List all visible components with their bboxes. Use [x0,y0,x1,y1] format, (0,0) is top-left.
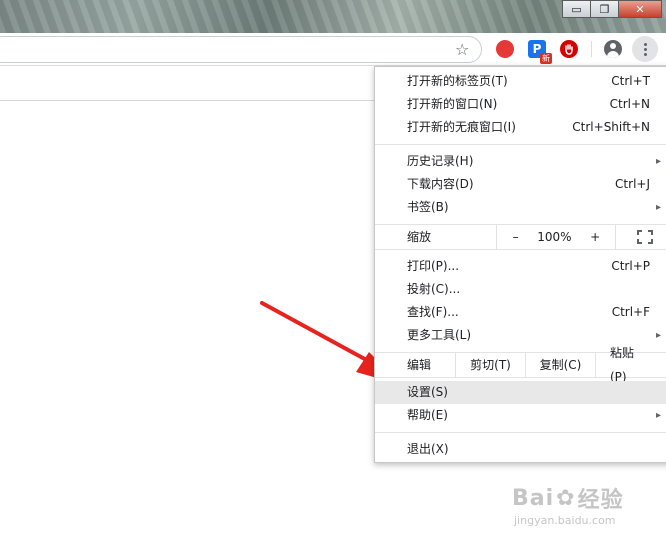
fullscreen-button[interactable] [615,225,666,249]
edit-label: 编辑 [407,358,432,372]
menu-separator [375,249,666,250]
menu-edit-row: 编辑 剪切(T) 复制(C) 粘贴(P) [375,346,666,384]
minimize-button[interactable]: ▭ [562,0,590,18]
menu-item-downloads[interactable]: 下载内容(D) Ctrl+J [375,173,666,196]
menu-item-settings[interactable]: 设置(S) [375,381,666,404]
restore-button[interactable]: ❐ [590,0,618,18]
menu-item-history[interactable]: 历史记录(H) [375,150,666,173]
menu-item-shortcut: Ctrl+T [611,74,650,88]
menu-separator [375,432,666,433]
menu-item-shortcut: Ctrl+P [611,259,650,273]
watermark-brand: Bai [512,485,555,511]
menu-item-label: 设置(S) [407,385,448,399]
chrome-menu-button[interactable] [632,36,658,62]
zoom-in-button[interactable]: + [590,225,600,249]
chrome-main-menu: 打开新的标签页(T) Ctrl+T 打开新的窗口(N) Ctrl+N 打开新的无… [374,66,666,463]
extension-p-icon[interactable]: P 新 [528,40,552,64]
menu-item-label: 打开新的标签页(T) [407,74,508,88]
zoom-controls: – 100% + [496,225,615,249]
menu-item-label: 更多工具(L) [407,328,472,342]
menu-item-label: 打开新的窗口(N) [407,97,498,111]
zoom-level: 100% [537,230,572,244]
menu-dot-icon [643,52,647,56]
bookmark-star-icon[interactable]: ☆ [455,40,469,59]
arrow-shaft [260,301,374,365]
extension-new-badge: 新 [540,53,552,64]
close-button[interactable]: ✕ [618,0,662,18]
menu-item-label: 打开新的无痕窗口(I) [407,120,516,134]
menu-item-new-window[interactable]: 打开新的窗口(N) Ctrl+N [375,93,666,116]
menu-dot-icon [643,47,647,51]
cut-button[interactable]: 剪切(T) [455,353,525,377]
menu-item-bookmarks[interactable]: 书签(B) [375,196,666,219]
menu-item-label: 帮助(E) [407,408,448,422]
profile-avatar-icon[interactable] [604,40,622,58]
zoom-out-button[interactable]: – [513,225,519,249]
fullscreen-icon [636,230,653,244]
extension-hand-icon[interactable] [560,40,578,58]
menu-item-new-tab[interactable]: 打开新的标签页(T) Ctrl+T [375,70,666,93]
window-controls: ▭ ❐ ✕ [562,0,662,18]
watermark-url: jingyan.baidu.com [514,514,616,527]
watermark-brand-tail: 经验 [577,488,624,513]
menu-item-label: 查找(F)... [407,305,459,319]
menu-item-exit[interactable]: 退出(X) [375,438,666,461]
paste-button[interactable]: 粘贴(P) [595,346,650,384]
watermark: Bai ✿ 经验 jingyan.baidu.com [512,482,624,528]
menu-item-print[interactable]: 打印(P)... Ctrl+P [375,255,666,278]
menu-item-label: 历史记录(H) [407,154,474,168]
menu-item-shortcut: Ctrl+N [609,97,650,111]
copy-button[interactable]: 复制(C) [525,353,595,377]
menu-zoom-row: 缩放 – 100% + [375,225,666,249]
menu-item-shortcut: Ctrl+J [615,177,650,191]
menu-item-label: 打印(P)... [407,259,460,273]
menu-item-label: 下载内容(D) [407,177,474,191]
menu-item-help[interactable]: 帮助(E) [375,404,666,427]
menu-item-new-incognito[interactable]: 打开新的无痕窗口(I) Ctrl+Shift+N [375,116,666,139]
menu-item-cast[interactable]: 投射(C)... [375,278,666,301]
menu-item-label: 退出(X) [407,442,449,456]
menu-separator [375,144,666,145]
baidu-paw-icon: ✿ [556,485,576,511]
menu-item-shortcut: Ctrl+Shift+N [572,120,650,134]
toolbar-separator [591,41,592,57]
menu-dot-icon [643,42,647,46]
menu-item-label: 书签(B) [407,200,449,214]
menu-item-find[interactable]: 查找(F)... Ctrl+F [375,301,666,324]
menu-item-label: 投射(C)... [407,282,461,296]
zoom-label: 缩放 [407,230,432,244]
hand-icon [565,44,573,55]
address-bar[interactable] [0,36,482,63]
menu-item-shortcut: Ctrl+F [611,305,650,319]
